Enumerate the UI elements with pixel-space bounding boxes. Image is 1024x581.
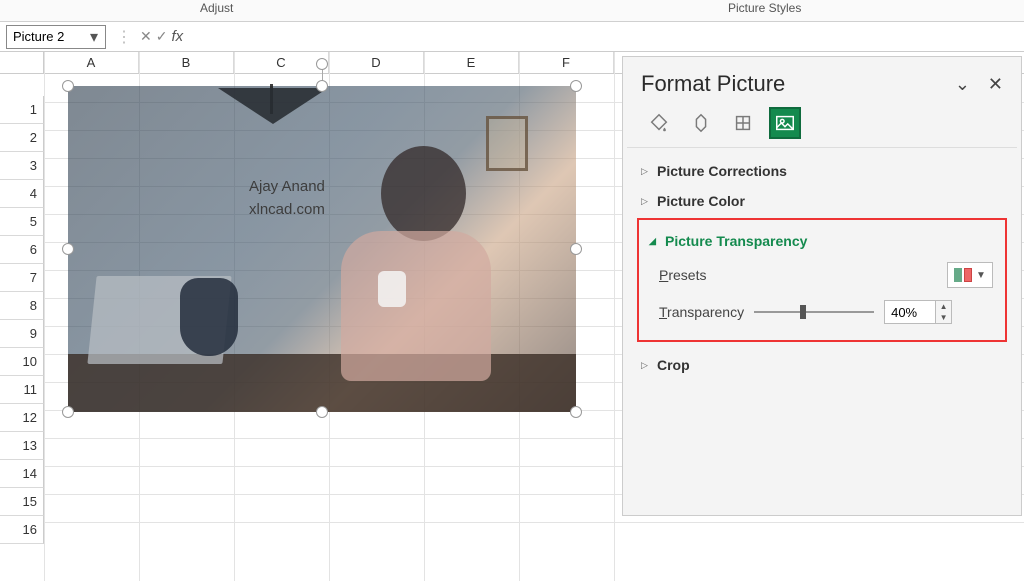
row-header[interactable]: 13: [0, 432, 44, 460]
transparency-presets-button[interactable]: ▼: [947, 262, 993, 288]
pane-tab-icons: [627, 105, 1017, 148]
row-header[interactable]: 12: [0, 404, 44, 432]
resize-handle-nw[interactable]: [62, 80, 74, 92]
transparency-highlight: ◢ Picture Transparency Presets ▼ Transpa…: [637, 218, 1007, 342]
resize-handle-e[interactable]: [570, 243, 582, 255]
formula-bar-separator: ⋮: [112, 27, 136, 47]
pane-collapse-icon[interactable]: ⌄: [955, 74, 970, 95]
section-crop[interactable]: ▷ Crop: [637, 350, 1007, 380]
row-header[interactable]: 15: [0, 488, 44, 516]
pane-close-icon[interactable]: ✕: [988, 74, 1003, 95]
tab-picture-icon[interactable]: [771, 109, 799, 137]
pane-sections: ▷ Picture Corrections ▷ Picture Color ◢ …: [623, 148, 1021, 388]
row-header[interactable]: 3: [0, 152, 44, 180]
transparency-label: Transparency: [659, 304, 744, 320]
row-header[interactable]: 11: [0, 376, 44, 404]
fx-icon[interactable]: fx: [171, 28, 183, 45]
ribbon-group-adjust: Adjust: [200, 1, 233, 15]
pane-header: Format Picture ⌄ ✕: [623, 57, 1021, 105]
row-header[interactable]: 10: [0, 348, 44, 376]
resize-handle-w[interactable]: [62, 243, 74, 255]
tab-size-icon[interactable]: [729, 109, 757, 137]
collapse-icon: ◢: [649, 236, 659, 247]
format-picture-pane: Format Picture ⌄ ✕ ▷ Picture Corrections…: [622, 56, 1022, 516]
section-picture-corrections[interactable]: ▷ Picture Corrections: [637, 156, 1007, 186]
expand-icon: ▷: [641, 166, 651, 177]
formula-bar-icons: ⋮ ✕ ✓ fx: [112, 27, 183, 47]
section-picture-transparency[interactable]: ◢ Picture Transparency: [645, 226, 999, 256]
slider-thumb[interactable]: [800, 305, 806, 319]
resize-handle-ne[interactable]: [570, 80, 582, 92]
formula-enter-icon[interactable]: ✓: [156, 28, 168, 45]
chevron-down-icon: ▼: [976, 270, 986, 281]
inserted-picture[interactable]: Ajay Anand xlncad.com: [68, 86, 576, 412]
formula-bar-row: ▾ ⋮ ✕ ✓ fx: [0, 22, 1024, 52]
ribbon-group-picture-styles: Picture Styles: [728, 1, 801, 15]
select-all-corner[interactable]: [0, 52, 44, 73]
name-box-dropdown[interactable]: ▾: [84, 26, 104, 48]
transparency-control-row: Transparency ▲ ▼: [645, 292, 999, 326]
formula-cancel-icon[interactable]: ✕: [140, 28, 152, 45]
spin-up-icon[interactable]: ▲: [936, 301, 951, 312]
section-picture-color[interactable]: ▷ Picture Color: [637, 186, 1007, 216]
row-header[interactable]: 6: [0, 236, 44, 264]
row-header[interactable]: 1: [0, 96, 44, 124]
formula-bar-input[interactable]: [189, 26, 1018, 48]
tab-fill-icon[interactable]: [645, 109, 673, 137]
row-header[interactable]: 14: [0, 460, 44, 488]
tab-effects-icon[interactable]: [687, 109, 715, 137]
row-header[interactable]: 9: [0, 320, 44, 348]
row-header[interactable]: 7: [0, 264, 44, 292]
resize-handle-n[interactable]: [316, 80, 328, 92]
presets-label: Presets: [659, 267, 706, 283]
transparency-presets-row: Presets ▼: [645, 256, 999, 292]
transparency-value-input[interactable]: [884, 300, 936, 324]
expand-icon: ▷: [641, 360, 651, 371]
resize-handle-s[interactable]: [316, 406, 328, 418]
expand-icon: ▷: [641, 196, 651, 207]
rotate-handle[interactable]: [316, 58, 328, 70]
ribbon-group-labels: Adjust Picture Styles: [0, 0, 1024, 22]
pane-title: Format Picture: [641, 71, 785, 97]
picture-watermark-text: Ajay Anand xlncad.com: [249, 176, 325, 221]
row-header[interactable]: 8: [0, 292, 44, 320]
name-box[interactable]: ▾: [6, 25, 106, 49]
row-header[interactable]: 2: [0, 124, 44, 152]
row-header[interactable]: 5: [0, 208, 44, 236]
transparency-spinbox[interactable]: ▲ ▼: [884, 300, 952, 324]
spin-down-icon[interactable]: ▼: [936, 312, 951, 323]
row-header[interactable]: 16: [0, 516, 44, 544]
transparency-slider[interactable]: [754, 305, 874, 319]
row-header[interactable]: 4: [0, 180, 44, 208]
resize-handle-se[interactable]: [570, 406, 582, 418]
resize-handle-sw[interactable]: [62, 406, 74, 418]
